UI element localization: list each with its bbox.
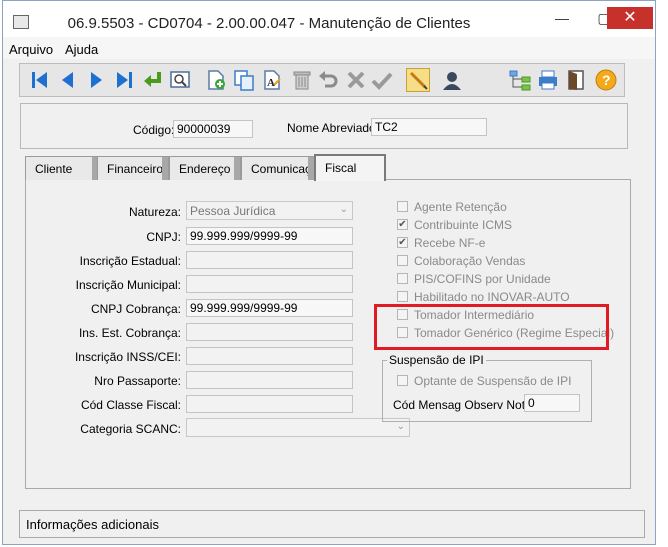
tab-separator — [234, 157, 240, 180]
tab-label: Comunicaçã — [251, 162, 315, 176]
checkbox-label: Recebe NF-e — [414, 236, 486, 250]
tab-label: Financeiro — [107, 162, 164, 176]
window-title: 06.9.5503 - CD0704 - 2.00.00.047 - Manut… — [67, 15, 471, 32]
svg-text:A: A — [267, 77, 275, 89]
checkbox-box — [397, 375, 408, 386]
title-bar: 06.9.5503 - CD0704 - 2.00.00.047 - Manut… — [3, 1, 655, 37]
mensag-observ-label: Cód Mensag Observ Nota: — [393, 398, 536, 412]
previous-record-icon[interactable] — [56, 68, 80, 92]
goto-icon[interactable] — [140, 68, 164, 92]
inscricao-inss-label: Inscrição INSS/CEI: — [74, 350, 181, 364]
natureza-label: Natureza: — [128, 205, 181, 219]
categoria-scanc-label: Categoria SCANC: — [80, 422, 181, 436]
ins-est-cobranca-label: Ins. Est. Cobrança: — [78, 326, 181, 340]
last-record-icon[interactable] — [112, 68, 136, 92]
print-icon[interactable] — [536, 68, 560, 92]
tab-label: Endereço — [179, 162, 231, 176]
copy-record-icon[interactable] — [232, 68, 256, 92]
mensag-observ-field[interactable]: 0 — [524, 394, 580, 412]
first-record-icon[interactable] — [28, 68, 52, 92]
classe-fiscal-field[interactable] — [186, 395, 353, 413]
inscricao-municipal-field[interactable] — [186, 275, 353, 293]
toolbar: A ? — [19, 63, 625, 97]
minimize-button[interactable]: — — [541, 7, 583, 29]
checkbox-label: Habilitado no INOVAR-AUTO — [414, 290, 570, 304]
checkbox-label: Contribuinte ICMS — [414, 218, 513, 232]
delete-icon[interactable] — [290, 68, 314, 92]
chevron-down-icon: ⌄ — [339, 204, 348, 215]
next-record-icon[interactable] — [84, 68, 108, 92]
tab-financeiro[interactable]: Financeiro — [97, 156, 169, 180]
ins-est-cobranca-field[interactable] — [186, 323, 353, 341]
checkbox-label: PIS/COFINS por Unidade — [414, 272, 551, 286]
nome-abreviado-field[interactable]: TC2 — [371, 118, 487, 136]
tab-label: Cliente — [35, 162, 73, 176]
passaporte-label: Nro Passaporte: — [94, 374, 181, 388]
cnpj-field[interactable]: 99.999.999/9999-99 — [186, 227, 353, 245]
check-icon: ✔ — [397, 219, 408, 230]
cancel-icon[interactable] — [344, 68, 368, 92]
suspensao-ipi-group — [382, 360, 592, 422]
preview-icon[interactable] — [168, 68, 192, 92]
status-text: Informações adicionais — [26, 517, 159, 532]
header-panel: Código: 90000039 Nome Abreviado: TC2 — [20, 103, 628, 149]
svg-text:?: ? — [602, 72, 611, 88]
inscricao-estadual-label: Inscrição Estadual: — [79, 254, 181, 268]
tab-endereco[interactable]: Endereço — [169, 156, 241, 180]
menu-bar: Arquivo Ajuda — [3, 37, 655, 59]
natureza-select[interactable]: Pessoa Jurídica ⌄ — [186, 201, 353, 220]
natureza-value: Pessoa Jurídica — [190, 204, 276, 218]
menu-arquivo[interactable]: Arquivo — [9, 42, 53, 57]
status-bar: Informações adicionais — [19, 510, 645, 538]
checkbox-label: Agente Retenção — [414, 200, 507, 214]
check-icon: ✔ — [397, 237, 408, 248]
save-icon[interactable] — [370, 68, 394, 92]
help-icon[interactable]: ? — [594, 68, 618, 92]
codigo-label: Código: — [133, 123, 175, 137]
tab-cliente[interactable]: Cliente — [25, 156, 99, 180]
checkbox-box — [397, 255, 408, 266]
suspensao-ipi-title: Suspensão de IPI — [387, 353, 486, 367]
tab-fiscal[interactable]: Fiscal — [314, 154, 386, 181]
cnpj-cobranca-label: CNPJ Cobrança: — [90, 302, 181, 316]
highlight-box — [374, 304, 609, 350]
tab-label: Fiscal — [325, 161, 357, 175]
checkbox-box — [397, 201, 408, 212]
chevron-down-icon: ⌄ — [396, 421, 405, 432]
close-button[interactable]: ✕ — [607, 7, 653, 29]
main-window: 06.9.5503 - CD0704 - 2.00.00.047 - Manut… — [2, 0, 656, 545]
exit-icon[interactable] — [564, 68, 588, 92]
pencil-icon[interactable] — [406, 68, 430, 92]
codigo-field[interactable]: 90000039 — [173, 120, 253, 138]
cnpj-label: CNPJ: — [146, 230, 181, 244]
checkbox-label: Optante de Suspensão de IPI — [414, 374, 572, 388]
tab-separator — [162, 157, 168, 180]
menu-ajuda[interactable]: Ajuda — [65, 42, 98, 57]
edit-icon[interactable]: A — [260, 68, 284, 92]
passaporte-field[interactable] — [186, 371, 353, 389]
inscricao-inss-field[interactable] — [186, 347, 353, 365]
cnpj-cobranca-field[interactable]: 99.999.999/9999-99 — [186, 299, 353, 317]
categoria-scanc-select[interactable]: ⌄ — [186, 418, 410, 437]
inscricao-municipal-label: Inscrição Municipal: — [75, 278, 181, 292]
checkbox-box — [397, 291, 408, 302]
user-icon[interactable] — [440, 68, 464, 92]
inscricao-estadual-field[interactable] — [186, 251, 353, 269]
tab-comunicacao[interactable]: Comunicaçã — [241, 156, 315, 180]
new-record-icon[interactable] — [204, 68, 228, 92]
tree-icon[interactable] — [508, 68, 532, 92]
checkbox-box — [397, 273, 408, 284]
undo-icon[interactable] — [316, 68, 340, 92]
nome-abreviado-label: Nome Abreviado: — [287, 121, 380, 135]
checkbox-label: Colaboração Vendas — [414, 254, 526, 268]
classe-fiscal-label: Cód Classe Fiscal: — [80, 398, 181, 412]
